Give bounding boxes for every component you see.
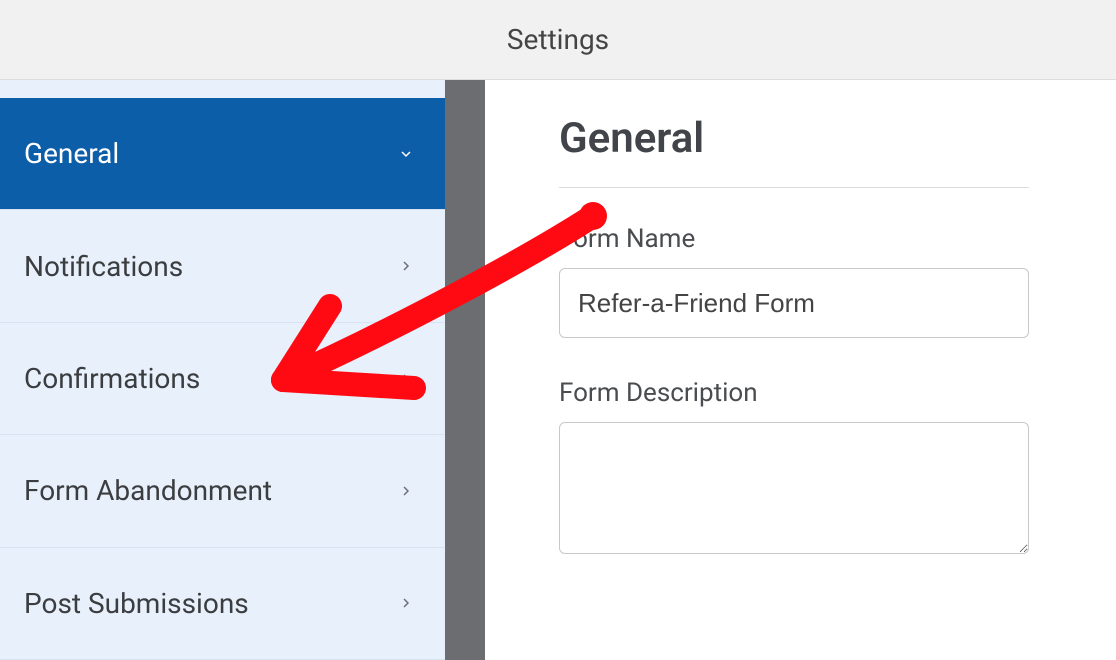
settings-header: Settings	[0, 0, 1116, 80]
chevron-right-icon	[397, 594, 415, 612]
form-name-input[interactable]	[559, 268, 1029, 338]
sidebar-item-label: Post Submissions	[24, 587, 397, 620]
panel-divider	[445, 80, 485, 660]
settings-header-title: Settings	[507, 23, 609, 56]
sidebar-item-label: Notifications	[24, 250, 397, 283]
form-name-label: Form Name	[559, 224, 1029, 254]
form-description-label: Form Description	[559, 378, 1029, 408]
form-description-input[interactable]	[559, 422, 1029, 554]
settings-sidebar: General Notifications Confirmations Form…	[0, 80, 445, 660]
field-form-description: Form Description	[559, 378, 1029, 558]
field-form-name: Form Name	[559, 224, 1029, 338]
sidebar-item-label: General	[24, 137, 397, 170]
sidebar-item-label: Confirmations	[24, 362, 397, 395]
chevron-down-icon	[397, 145, 415, 163]
sidebar-item-confirmations[interactable]: Confirmations	[0, 323, 445, 435]
sidebar-item-general[interactable]: General	[0, 98, 445, 210]
chevron-right-icon	[397, 482, 415, 500]
sidebar-item-post-submissions[interactable]: Post Submissions	[0, 548, 445, 660]
section-title: General	[559, 114, 1029, 188]
chevron-right-icon	[397, 370, 415, 388]
sidebar-item-label: Form Abandonment	[24, 474, 397, 507]
chevron-right-icon	[397, 257, 415, 275]
sidebar-item-notifications[interactable]: Notifications	[0, 210, 445, 322]
sidebar-item-form-abandonment[interactable]: Form Abandonment	[0, 435, 445, 547]
settings-content: General Form Name Form Description	[485, 80, 1116, 660]
layout: General Notifications Confirmations Form…	[0, 80, 1116, 660]
